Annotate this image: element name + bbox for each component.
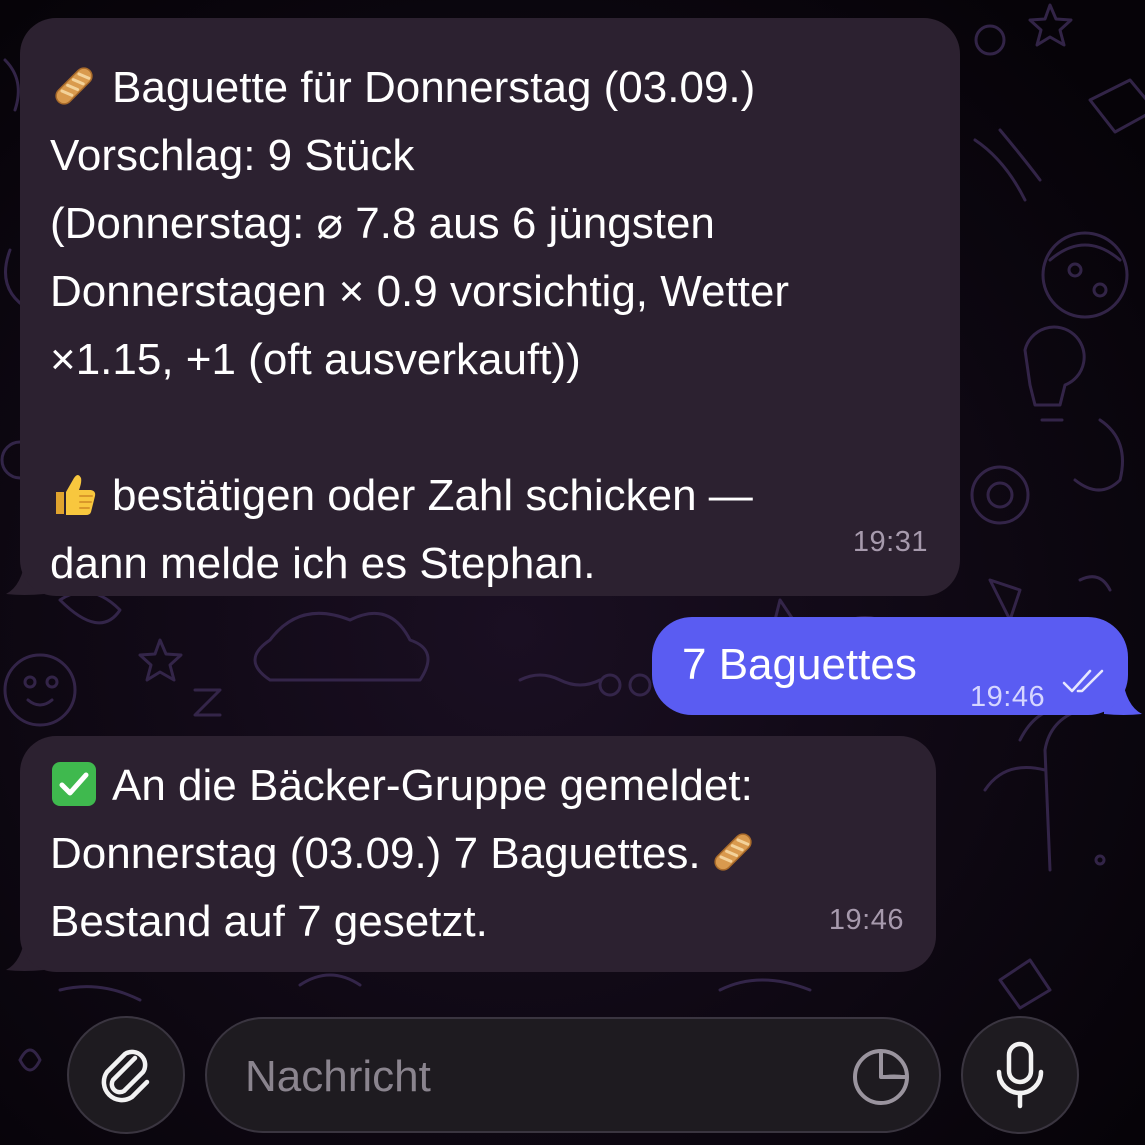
message-text: Baguette für Donnerstag (03.09.) xyxy=(112,63,756,112)
baguette-emoji xyxy=(713,833,752,871)
message-bubble-incoming[interactable]: An die Bäcker-Gruppe gemeldet: Donnersta… xyxy=(20,736,936,972)
message-line: Bestand auf 7 gesetzt. xyxy=(50,897,488,946)
message-text: An die Bäcker-Gruppe gemeldet: xyxy=(112,761,753,810)
double-check-icon xyxy=(1062,669,1104,693)
message-timestamp: 19:31 xyxy=(852,526,928,558)
message-line: An die Bäcker-Gruppe gemeldet: xyxy=(50,752,936,820)
sticker-icon[interactable] xyxy=(851,1047,911,1107)
message-line: (Donnerstag: ⌀ 7.8 aus 6 jüngsten xyxy=(50,199,715,248)
message-bubble-incoming[interactable]: Baguette für Donnerstag (03.09.) Vorschl… xyxy=(20,18,960,596)
paperclip-icon xyxy=(101,1049,150,1103)
message-text: bestätigen oder Zahl schicken — xyxy=(112,471,753,520)
message-line: Donnerstagen × 0.9 vorsichtig, Wetter xyxy=(50,267,790,316)
message-timestamp: 19:46 xyxy=(970,681,1046,713)
message-input[interactable] xyxy=(243,1041,807,1113)
message-timestamp: 19:46 xyxy=(828,904,904,936)
attach-button[interactable] xyxy=(67,1016,185,1134)
chat-screen: Baguette für Donnerstag (03.09.) Vorschl… xyxy=(0,0,1145,1145)
microphone-icon xyxy=(996,1041,1044,1109)
message-line-empty xyxy=(50,394,960,462)
message-input-container[interactable] xyxy=(205,1017,941,1133)
voice-message-button[interactable] xyxy=(961,1016,1079,1134)
baguette-emoji xyxy=(55,67,93,105)
message-line: bestätigen oder Zahl schicken — xyxy=(50,462,960,530)
message-line: Vorschlag: 9 Stück xyxy=(50,131,415,180)
message-line: Donnerstag (03.09.) 7 Baguettes. xyxy=(50,820,936,888)
message-line: ×1.15, +1 (oft ausverkauft)) xyxy=(50,335,581,384)
message-line: Baguette für Donnerstag (03.09.) xyxy=(50,54,960,122)
message-bubble-outgoing[interactable]: 7 Baguettes 19:46 xyxy=(652,617,1128,715)
message-text: Donnerstag (03.09.) 7 Baguettes. xyxy=(50,829,701,878)
thumbs-up-emoji xyxy=(56,475,96,515)
message-line: dann melde ich es Stephan. xyxy=(50,539,596,588)
check-mark-emoji xyxy=(52,762,96,806)
